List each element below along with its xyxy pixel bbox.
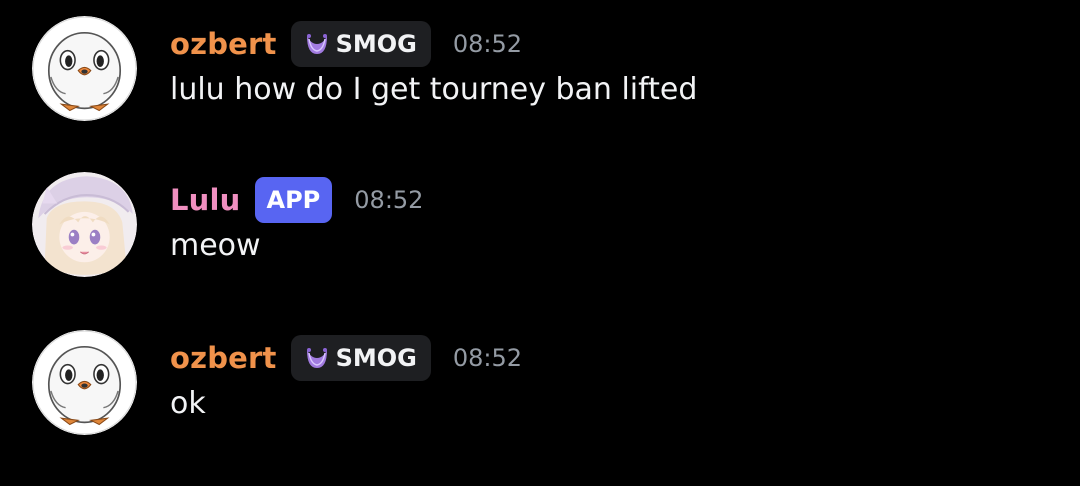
message-content: meow xyxy=(170,228,261,263)
message-item: ozbert SMOG 08:52 ok xyxy=(0,318,1080,428)
owl-avatar-image xyxy=(32,330,137,435)
timestamp[interactable]: 08:52 xyxy=(453,344,522,372)
app-tag: APP xyxy=(254,177,333,223)
lulu-avatar-image xyxy=(32,172,137,277)
avatar[interactable] xyxy=(32,330,137,435)
avatar[interactable] xyxy=(32,172,137,277)
message-header: ozbert SMOG 08:52 xyxy=(170,20,522,68)
avatar[interactable] xyxy=(32,16,137,121)
app-tag-label: APP xyxy=(266,186,321,214)
message-header: ozbert SMOG 08:52 xyxy=(170,334,522,382)
guild-tag-label: SMOG xyxy=(335,344,417,372)
chat-message-list: ozbert SMOG 08:52 lulu how do I get tour… xyxy=(0,0,1080,486)
purple-crescent-icon xyxy=(303,344,331,372)
purple-crescent-icon xyxy=(303,30,331,58)
message-header: Lulu APP 08:52 xyxy=(170,176,423,224)
username[interactable]: ozbert xyxy=(170,341,277,375)
username[interactable]: Lulu xyxy=(170,183,241,217)
guild-tag[interactable]: SMOG xyxy=(290,335,431,381)
guild-tag-label: SMOG xyxy=(335,30,417,58)
timestamp[interactable]: 08:52 xyxy=(354,186,423,214)
username[interactable]: ozbert xyxy=(170,27,277,61)
owl-avatar-image xyxy=(32,16,137,121)
message-item: Lulu APP 08:52 meow xyxy=(0,160,1080,270)
message-content: lulu how do I get tourney ban lifted xyxy=(170,72,698,107)
guild-tag[interactable]: SMOG xyxy=(290,21,431,67)
message-content: ok xyxy=(170,386,206,421)
message-item: ozbert SMOG 08:52 lulu how do I get tour… xyxy=(0,4,1080,114)
timestamp[interactable]: 08:52 xyxy=(453,30,522,58)
